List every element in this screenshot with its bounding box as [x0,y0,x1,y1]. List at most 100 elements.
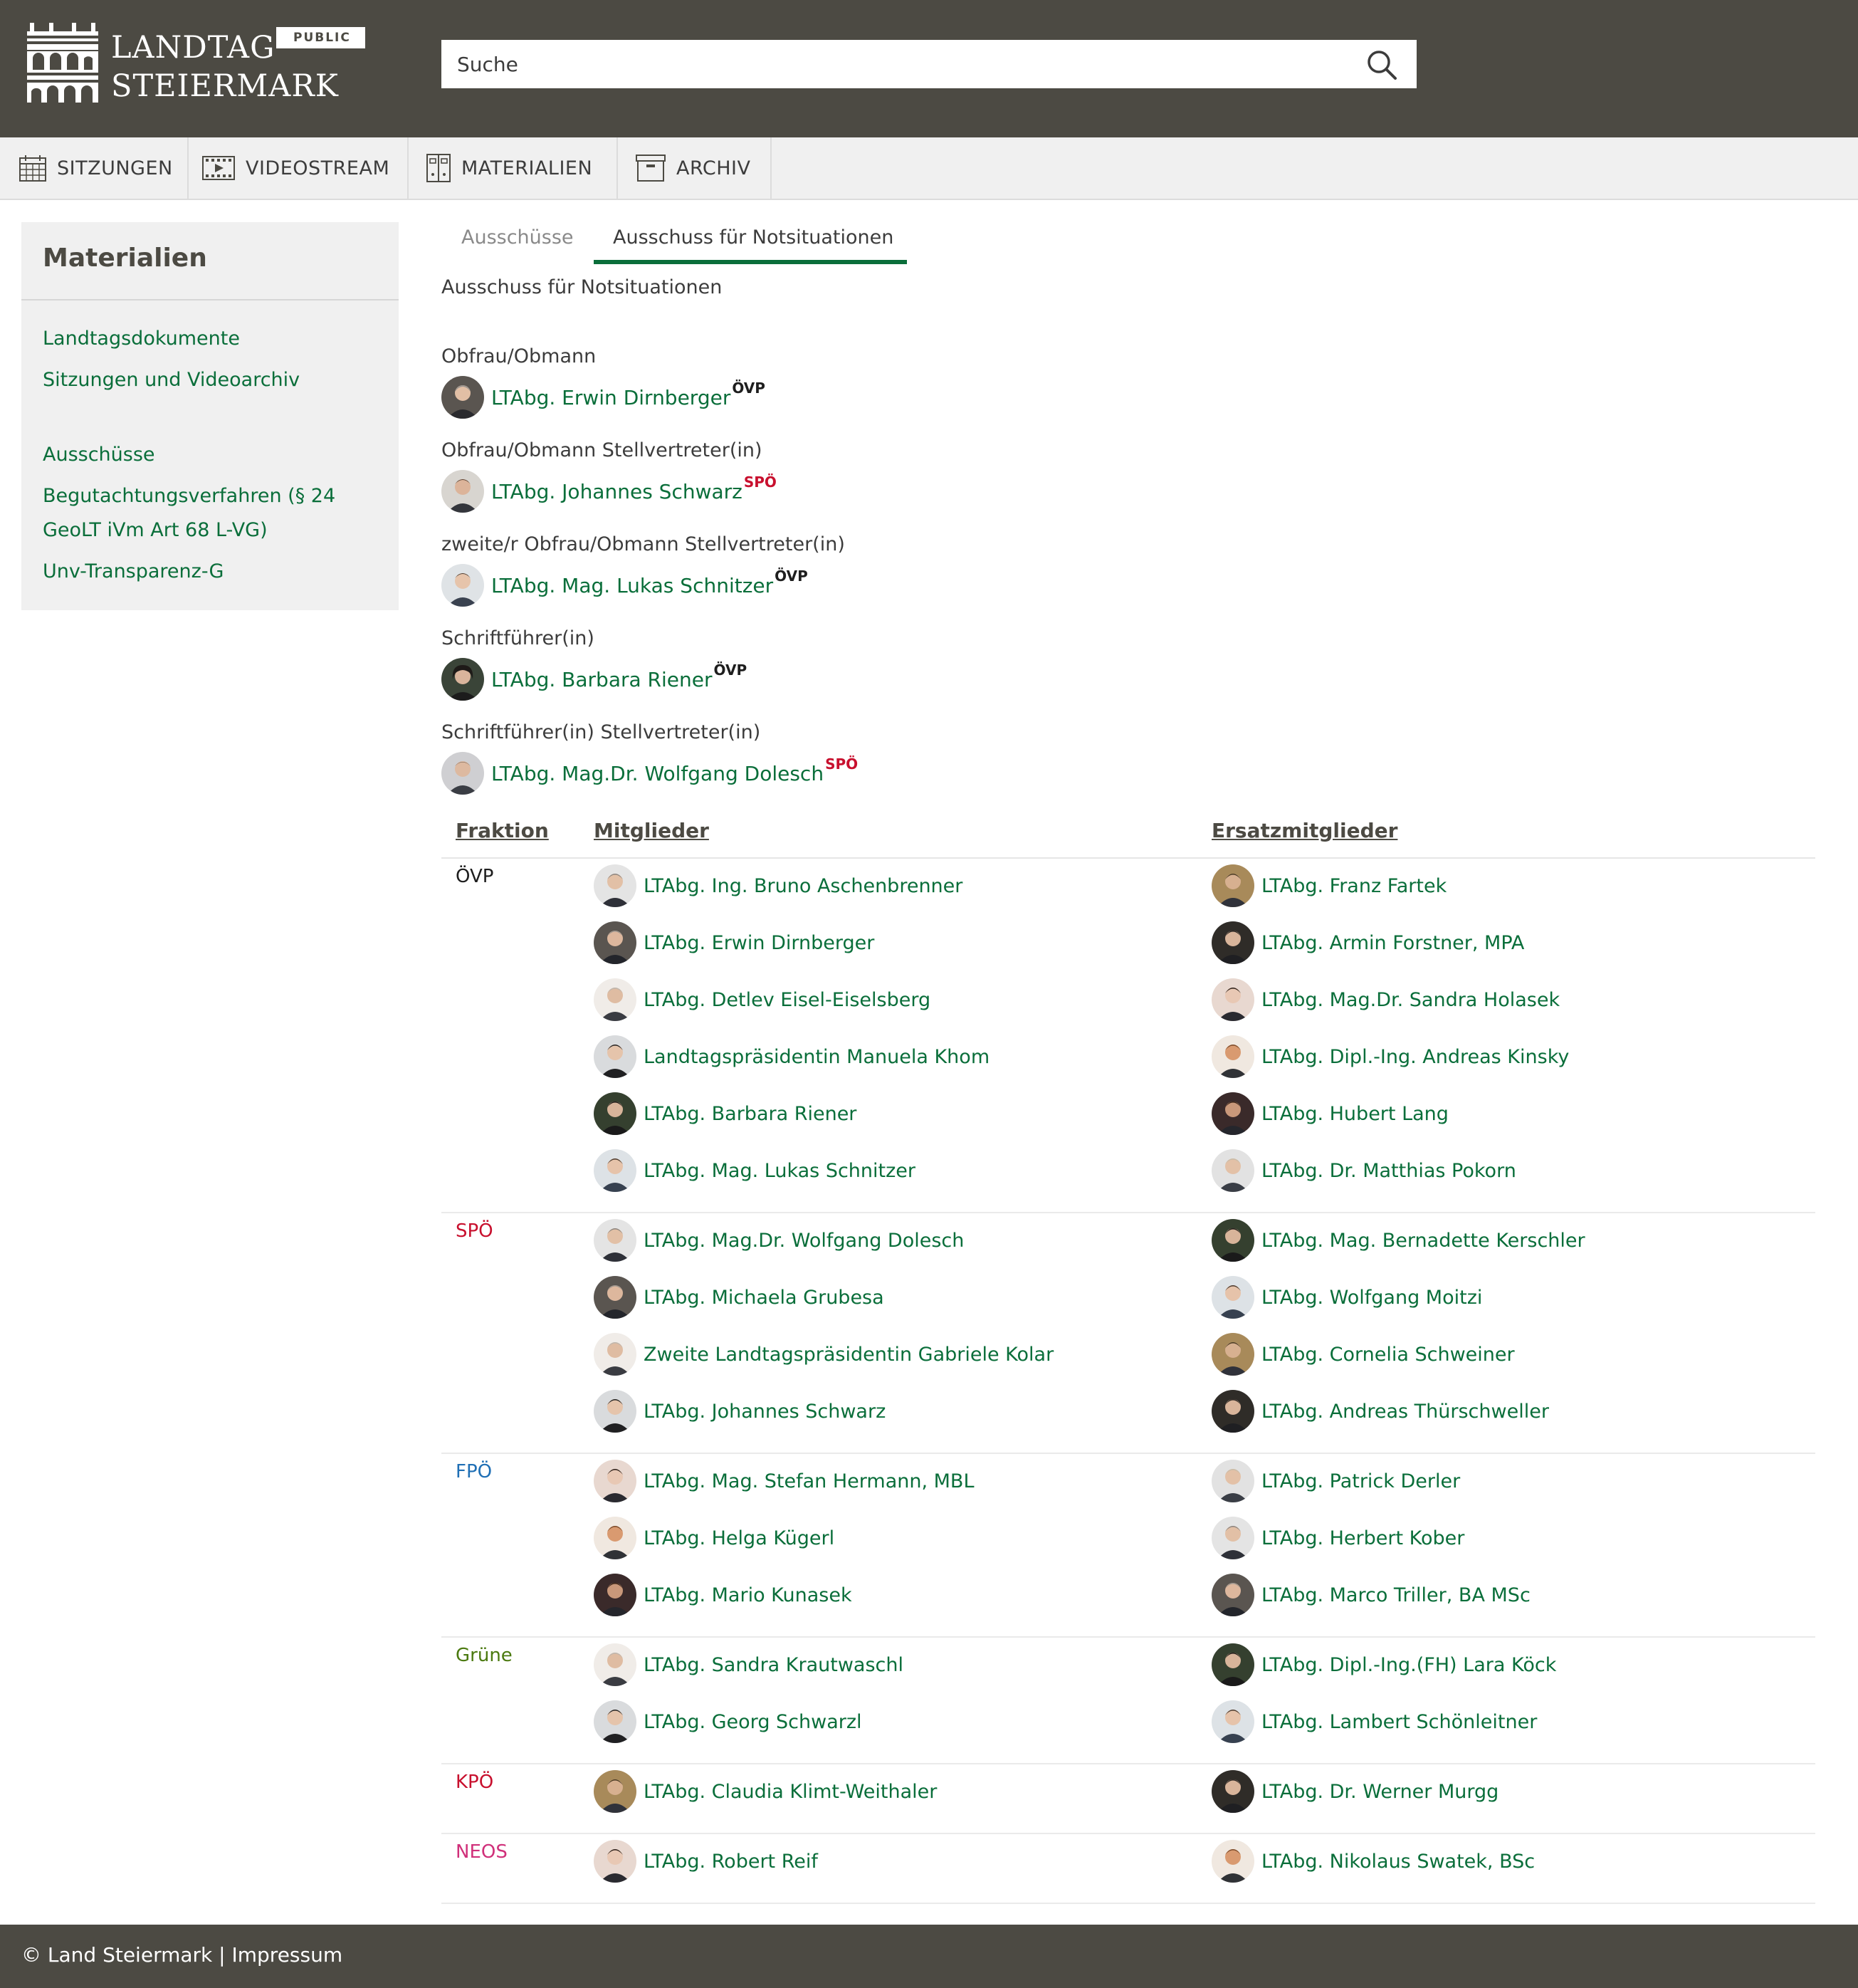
avatar [1212,1092,1254,1135]
footer-copyright: © Land Steiermark [21,1943,213,1967]
faction-label: ÖVP [456,866,494,887]
person-link[interactable]: LTAbg. Patrick Derler [1261,1470,1460,1492]
column-header-ersatzmitglieder[interactable]: Ersatzmitglieder [1212,819,1397,842]
person-link[interactable]: LTAbg. Detlev Eisel-Eiselsberg [644,989,930,1011]
tab-ausschuesse[interactable]: Ausschüsse [461,226,574,248]
person-link[interactable]: LTAbg. Cornelia Schweiner [1261,1344,1515,1366]
person-link[interactable]: LTAbg. Ing. Bruno Aschenbrenner [644,875,962,897]
avatar [1212,1460,1254,1502]
nav-label: SITZUNGEN [57,157,173,179]
avatar [1212,1643,1254,1686]
substitute-entry: LTAbg. Dr. Werner Murgg [1212,1770,1499,1813]
person-link[interactable]: LTAbg. Dr. Werner Murgg [1261,1781,1499,1803]
party-badge: ÖVP [775,567,808,585]
site-logo[interactable]: LANDTAG STEIERMARK PUBLIC [27,23,369,105]
person-link[interactable]: LTAbg. Mag.Dr. Wolfgang Dolesch SPÖ [491,755,858,785]
person-link[interactable]: LTAbg. Erwin Dirnberger ÖVP [491,380,765,409]
person-link[interactable]: LTAbg. Erwin Dirnberger [644,932,874,954]
search-bar [441,40,1417,88]
site-header: LANDTAG STEIERMARK PUBLIC [0,0,1858,137]
member-entry: LTAbg. Robert Reif [594,1840,818,1883]
person-link[interactable]: LTAbg. Nikolaus Swatek, BSc [1261,1851,1535,1873]
person-link[interactable]: LTAbg. Johannes Schwarz SPÖ [491,474,777,503]
faction-label: KPÖ [456,1772,494,1793]
substitute-entry: LTAbg. Hubert Lang [1212,1092,1449,1135]
person-name: LTAbg. Johannes Schwarz [491,479,742,503]
person-link[interactable]: LTAbg. Johannes Schwarz [644,1401,886,1423]
sidebar-item-ausschuesse[interactable]: Ausschüsse [43,438,155,472]
faction-label: Grüne [456,1645,513,1666]
person-link[interactable]: LTAbg. Mag. Lukas Schnitzer [644,1160,915,1182]
person-link[interactable]: LTAbg. Andreas Thürschweller [1261,1401,1549,1423]
nav-videostream[interactable]: VIDEOSTREAM [189,137,409,199]
avatar [441,470,484,513]
person-link[interactable]: LTAbg. Barbara Riener ÖVP [491,661,747,691]
person-link[interactable]: LTAbg. Sandra Krautwaschl [644,1654,903,1676]
person-link[interactable]: LTAbg. Marco Triller, BA MSc [1261,1584,1531,1606]
person-link[interactable]: LTAbg. Mag.Dr. Sandra Holasek [1261,989,1560,1011]
person-name: LTAbg. Barbara Riener [491,667,713,691]
footer-impressum-link[interactable]: Impressum [232,1943,343,1967]
avatar [1212,978,1254,1021]
member-entry: LTAbg. Johannes Schwarz [594,1390,886,1433]
faction-label: NEOS [456,1841,508,1863]
person-link[interactable]: Landtagspräsidentin Manuela Khom [644,1046,990,1068]
person-name: LTAbg. Mag.Dr. Wolfgang Dolesch [491,761,824,785]
person-link[interactable]: LTAbg. Dipl.-Ing.(FH) Lara Köck [1261,1654,1556,1676]
person-link[interactable]: LTAbg. Mag. Lukas Schnitzer ÖVP [491,567,808,597]
person-link[interactable]: LTAbg. Wolfgang Moitzi [1261,1287,1482,1309]
person-link[interactable]: LTAbg. Helga Kügerl [644,1527,834,1549]
sidebar-item-sitzungen-videoarchiv[interactable]: Sitzungen und Videoarchiv [43,363,300,397]
sidebar-item-begutachtungsverfahren[interactable]: Begutachtungsverfahren (§ 24 [43,479,335,513]
member-entry: LTAbg. Mag. Stefan Hermann, MBL [594,1460,975,1502]
person-link[interactable]: LTAbg. Mag. Stefan Hermann, MBL [644,1470,975,1492]
substitute-entry: LTAbg. Nikolaus Swatek, BSc [1212,1840,1535,1883]
avatar [1212,921,1254,964]
party-badge: SPÖ [743,473,777,491]
role-person: LTAbg. Johannes Schwarz SPÖ [441,470,777,513]
active-tab-indicator [594,260,907,264]
avatar [594,1700,636,1743]
person-link[interactable]: LTAbg. Dr. Matthias Pokorn [1261,1160,1516,1182]
person-link[interactable]: LTAbg. Claudia Klimt-Weithaler [644,1781,937,1803]
avatar [594,1149,636,1192]
nav-materialien[interactable]: MATERIALIEN [409,137,618,199]
avatar [1212,1517,1254,1559]
person-link[interactable]: LTAbg. Mag. Bernadette Kerschler [1261,1230,1585,1252]
sidebar-item-landtagsdokumente[interactable]: Landtagsdokumente [43,322,240,356]
avatar [441,658,484,701]
person-link[interactable]: LTAbg. Franz Fartek [1261,875,1447,897]
person-link[interactable]: LTAbg. Michaela Grubesa [644,1287,884,1309]
person-link[interactable]: LTAbg. Dipl.-Ing. Andreas Kinsky [1261,1046,1569,1068]
nav-archiv[interactable]: ARCHIV [618,137,772,199]
person-link[interactable]: LTAbg. Hubert Lang [1261,1103,1449,1125]
person-link[interactable]: Zweite Landtagspräsidentin Gabriele Kola… [644,1344,1054,1366]
member-entry: LTAbg. Georg Schwarzl [594,1700,862,1743]
avatar [594,1770,636,1813]
column-header-mitglieder[interactable]: Mitglieder [594,819,709,842]
sidebar-item-begutachtungsverfahren-line2[interactable]: GeoLT iVm Art 68 L-VG) [43,513,268,548]
tab-ausschuss-notsituationen[interactable]: Ausschuss für Notsituationen [613,226,893,248]
avatar [1212,1574,1254,1616]
sidebar: Materialien Landtagsdokumente Sitzungen … [21,222,399,610]
nav-sitzungen[interactable]: SITZUNGEN [0,137,189,199]
person-link[interactable]: LTAbg. Robert Reif [644,1851,818,1873]
person-link[interactable]: LTAbg. Lambert Schönleitner [1261,1711,1537,1733]
column-header-fraktion[interactable]: Fraktion [456,819,549,842]
person-link[interactable]: LTAbg. Armin Forstner, MPA [1261,932,1524,954]
search-input[interactable] [441,40,1353,88]
person-link[interactable]: LTAbg. Georg Schwarzl [644,1711,862,1733]
person-link[interactable]: LTAbg. Mag.Dr. Wolfgang Dolesch [644,1230,964,1252]
calendar-icon [19,155,46,182]
person-link[interactable]: LTAbg. Herbert Kober [1261,1527,1464,1549]
substitute-entry: LTAbg. Dipl.-Ing.(FH) Lara Köck [1212,1643,1556,1686]
person-link[interactable]: LTAbg. Barbara Riener [644,1103,856,1125]
committee-title: Ausschuss für Notsituationen [441,276,723,298]
avatar [441,564,484,607]
role-label: Schriftführer(in) Stellvertreter(in) [441,721,761,743]
person-link[interactable]: LTAbg. Mario Kunasek [644,1584,852,1606]
sidebar-item-unv-transparenz[interactable]: Unv-Transparenz-G [43,555,224,589]
search-icon[interactable] [1365,48,1398,81]
substitute-entry: LTAbg. Franz Fartek [1212,864,1447,907]
avatar [594,1092,636,1135]
